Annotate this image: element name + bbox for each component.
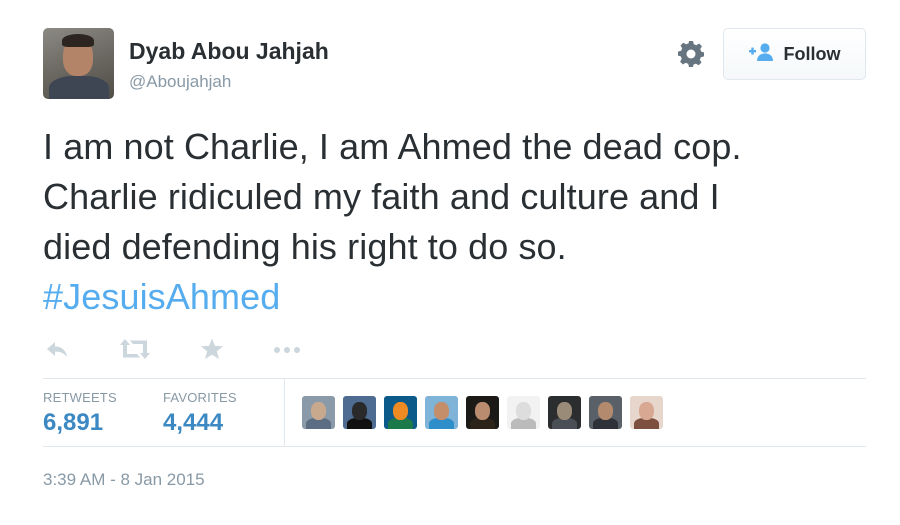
favoriter-avatar[interactable] — [466, 396, 499, 429]
more-dots-icon[interactable] — [272, 337, 302, 361]
favoriter-avatar[interactable] — [343, 396, 376, 429]
retweet-icon[interactable] — [119, 337, 151, 361]
favoriter-avatar[interactable] — [425, 396, 458, 429]
divider — [43, 446, 866, 447]
favoriter-avatar[interactable] — [589, 396, 622, 429]
hashtag-link[interactable]: #JesuisAhmed — [43, 276, 280, 317]
tweet-line: I am not Charlie, I am Ahmed the dead co… — [43, 126, 742, 167]
favoriter-avatar[interactable] — [384, 396, 417, 429]
follow-button-label: Follow — [783, 43, 841, 64]
avatar[interactable] — [43, 28, 114, 99]
star-icon[interactable] — [200, 337, 224, 361]
favoriters-list — [302, 396, 663, 429]
favoriter-avatar-head — [352, 402, 367, 420]
reply-icon[interactable] — [45, 337, 71, 361]
gear-icon[interactable] — [676, 39, 706, 69]
follow-button[interactable]: Follow — [723, 28, 866, 80]
favoriter-avatar-head — [516, 402, 531, 420]
favoriter-avatar-head — [393, 402, 408, 420]
retweets-label: RETWEETS — [43, 390, 117, 405]
user-display-name[interactable]: Dyab Abou Jahjah — [129, 38, 329, 65]
user-handle[interactable]: @Aboujahjah — [129, 72, 231, 92]
tweet-text: I am not Charlie, I am Ahmed the dead co… — [43, 122, 883, 322]
favoriter-avatar[interactable] — [507, 396, 540, 429]
tweet-line: died defending his right to do so. — [43, 226, 567, 267]
favorites-count[interactable]: 4,444 — [163, 409, 223, 437]
avatar-hair — [62, 34, 94, 47]
favoriter-avatar[interactable] — [630, 396, 663, 429]
favoriter-avatar-head — [434, 402, 449, 420]
retweets-count[interactable]: 6,891 — [43, 409, 103, 437]
favoriter-avatar-head — [639, 402, 654, 420]
favoriter-avatar-head — [598, 402, 613, 420]
stats-divider — [284, 379, 285, 447]
favoriter-avatar-head — [557, 402, 572, 420]
favoriter-avatar-head — [475, 402, 490, 420]
add-person-icon — [748, 42, 775, 67]
favoriter-avatar[interactable] — [302, 396, 335, 429]
tweet-line: Charlie ridiculed my faith and culture a… — [43, 176, 720, 217]
favoriter-avatar-head — [311, 402, 326, 420]
tweet-timestamp[interactable]: 3:39 AM - 8 Jan 2015 — [43, 470, 205, 490]
favorites-label: FAVORITES — [163, 390, 237, 405]
avatar-shirt — [49, 76, 109, 99]
favoriter-avatar[interactable] — [548, 396, 581, 429]
divider — [43, 378, 866, 379]
